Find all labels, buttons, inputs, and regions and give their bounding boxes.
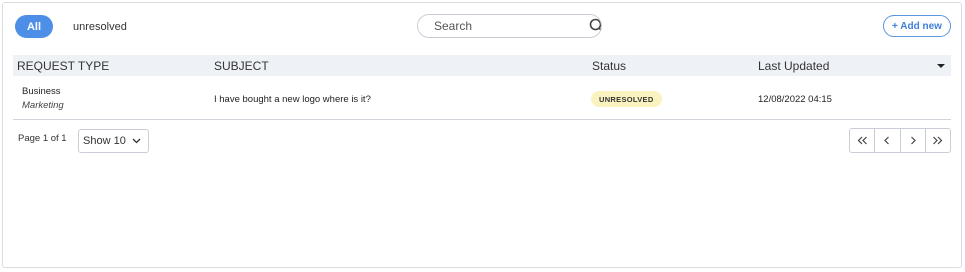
subject-cell: I have bought a new logo where is it? (214, 94, 371, 105)
pagination-controls (849, 128, 951, 153)
page-size-label: Show 10 (83, 135, 126, 147)
filter-unresolved-button[interactable]: unresolved (73, 15, 127, 38)
page-info: Page 1 of 1 (18, 133, 67, 144)
chevron-right-icon (910, 136, 916, 145)
column-header-subject[interactable]: SUBJECT (214, 55, 269, 76)
double-chevron-left-icon (857, 136, 867, 145)
search-icon (589, 18, 601, 32)
column-header-request-type[interactable]: REQUEST TYPE (17, 55, 109, 76)
last-updated-cell: 12/08/2022 04:15 (758, 94, 832, 105)
previous-page-button[interactable] (875, 129, 901, 152)
next-page-button[interactable] (901, 129, 926, 152)
table-row[interactable]: Business Marketing I have bought a new l… (13, 76, 951, 120)
add-new-button[interactable]: + Add new (883, 15, 951, 37)
search-button[interactable] (589, 15, 601, 37)
requests-panel: All unresolved + Add new REQUEST TYPE SU… (2, 2, 962, 268)
column-header-status[interactable]: Status (592, 55, 626, 76)
filter-all-button[interactable]: All (15, 15, 53, 38)
chevron-left-icon (884, 136, 890, 145)
search-box (417, 14, 602, 38)
request-type-cell: Business Marketing (22, 85, 64, 113)
status-badge: UNRESOLVED (591, 91, 662, 107)
sort-caret-icon[interactable] (937, 55, 945, 76)
table-header: REQUEST TYPE SUBJECT Status Last Updated (13, 55, 951, 76)
request-subtype: Marketing (22, 100, 64, 111)
column-header-last-updated[interactable]: Last Updated (758, 55, 829, 76)
first-page-button[interactable] (850, 129, 876, 152)
search-input[interactable] (418, 15, 589, 37)
page-size-select[interactable]: Show 10 (78, 129, 149, 153)
chevron-down-icon (132, 138, 141, 144)
request-type: Business (22, 86, 61, 97)
last-page-button[interactable] (926, 129, 950, 152)
double-chevron-right-icon (933, 136, 943, 145)
